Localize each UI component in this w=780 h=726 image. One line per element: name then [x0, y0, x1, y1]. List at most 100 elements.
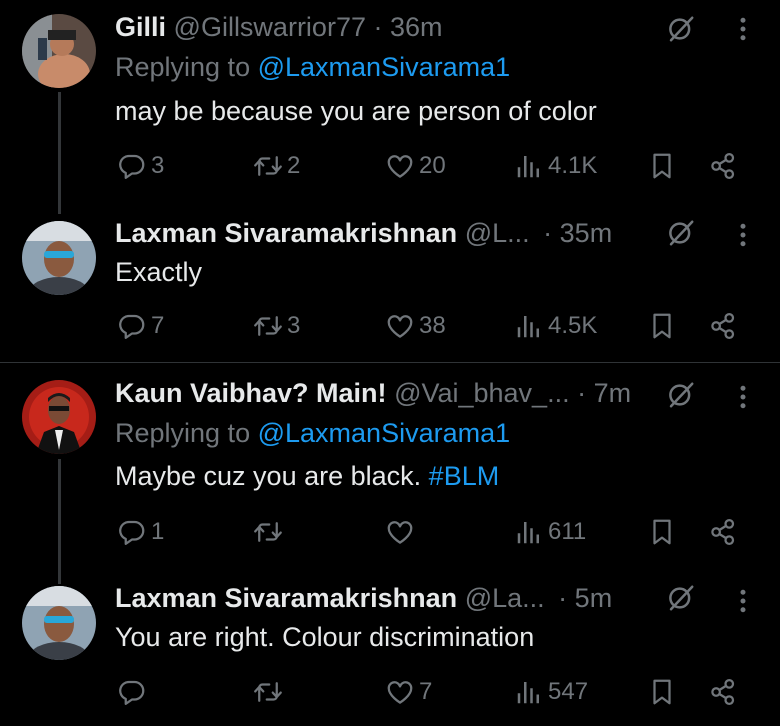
author-handle[interactable]: @L... [465, 218, 530, 248]
retweet-icon [253, 677, 283, 707]
views-button[interactable]: 611 [514, 514, 586, 550]
bookmark-button[interactable] [647, 308, 677, 344]
action-bar: 7 547 [0, 674, 780, 710]
more-icon[interactable] [736, 220, 750, 250]
reply-count: 7 [151, 312, 165, 339]
replying-to: Replying to @LaxmanSivarama1 [115, 416, 510, 450]
tweet-4[interactable]: Laxman Sivaramakrishnan @La... · 5m You … [0, 566, 780, 726]
author-name[interactable]: Kaun Vaibhav? Main! [115, 378, 387, 408]
retweet-icon [253, 151, 283, 181]
hashtag-link[interactable]: #BLM [429, 461, 500, 491]
like-button[interactable] [385, 514, 419, 550]
share-button[interactable] [708, 308, 738, 344]
tweet-text-content: may be because you are person of color [115, 96, 597, 126]
author-name[interactable]: Gilli [115, 12, 166, 42]
views-button[interactable]: 4.5K [514, 308, 597, 344]
avatar[interactable] [22, 380, 96, 454]
timestamp[interactable]: 7m [594, 378, 632, 408]
like-icon [385, 677, 415, 707]
bookmark-button[interactable] [647, 674, 677, 710]
timestamp[interactable]: 35m [560, 218, 613, 248]
mention-link[interactable]: @LaxmanSivarama1 [258, 418, 511, 448]
like-button[interactable]: 20 [385, 148, 446, 184]
bookmark-button[interactable] [647, 148, 677, 184]
views-button[interactable]: 4.1K [514, 148, 597, 184]
reply-button[interactable]: 3 [117, 148, 164, 184]
reply-button[interactable]: 1 [117, 514, 164, 550]
retweet-icon [253, 517, 283, 547]
views-icon [514, 151, 544, 181]
like-count: 20 [419, 152, 446, 179]
like-button[interactable]: 7 [385, 674, 432, 710]
views-icon [514, 677, 544, 707]
share-button[interactable] [708, 148, 738, 184]
action-bar: 7 3 38 4.5K [0, 308, 780, 344]
replying-to-label: Replying to [115, 52, 251, 82]
share-button[interactable] [708, 514, 738, 550]
retweet-button[interactable]: 3 [253, 308, 300, 344]
tweet-text: Exactly [115, 255, 202, 289]
more-icon[interactable] [736, 14, 750, 44]
retweet-button[interactable]: 2 [253, 148, 300, 184]
avatar[interactable] [22, 586, 96, 660]
like-button[interactable]: 38 [385, 308, 446, 344]
tweet-3[interactable]: Kaun Vaibhav? Main! @Vai_bhav_... · 7m R… [0, 363, 780, 584]
timestamp[interactable]: 5m [575, 583, 613, 613]
mute-icon[interactable] [666, 380, 696, 410]
more-icon[interactable] [736, 586, 750, 616]
view-count: 611 [548, 518, 587, 545]
author-name[interactable]: Laxman Sivaramakrishnan [115, 218, 457, 248]
share-button[interactable] [708, 674, 738, 710]
retweet-button[interactable] [253, 514, 287, 550]
tweet-2[interactable]: Laxman Sivaramakrishnan @L... · 35m Exac… [0, 200, 780, 362]
tweet-text: You are right. Colour discrimination [115, 620, 534, 654]
views-button[interactable]: 547 [514, 674, 588, 710]
share-icon [708, 517, 738, 547]
author-name[interactable]: Laxman Sivaramakrishnan [115, 583, 457, 613]
tweet-header: Laxman Sivaramakrishnan @L... · 35m [115, 216, 670, 250]
replying-to: Replying to @LaxmanSivarama1 [115, 50, 510, 84]
bookmark-button[interactable] [647, 514, 677, 550]
reply-button[interactable] [117, 674, 151, 710]
reply-icon [117, 677, 147, 707]
replying-to-label: Replying to [115, 418, 251, 448]
like-count: 7 [419, 678, 433, 705]
action-bar: 3 2 20 4.1K [0, 148, 780, 184]
reply-count: 1 [151, 518, 165, 545]
views-icon [514, 517, 544, 547]
reply-icon [117, 517, 147, 547]
bookmark-icon [647, 311, 677, 341]
reply-icon [117, 311, 147, 341]
view-count: 4.5K [548, 312, 598, 339]
avatar[interactable] [22, 221, 96, 295]
mute-icon[interactable] [666, 14, 696, 44]
retweet-count: 3 [287, 312, 301, 339]
author-handle[interactable]: @Vai_bhav_... [394, 378, 570, 408]
more-icon[interactable] [736, 382, 750, 412]
reply-button[interactable]: 7 [117, 308, 164, 344]
view-count: 547 [548, 678, 589, 705]
bookmark-icon [647, 151, 677, 181]
timestamp[interactable]: 36m [390, 12, 443, 42]
mute-icon[interactable] [666, 583, 696, 613]
tweet-1[interactable]: Gilli @Gillswarrior77 · 36m Replying to … [0, 0, 780, 214]
tweet-header: Gilli @Gillswarrior77 · 36m [115, 10, 670, 44]
like-icon [385, 311, 415, 341]
tweet-text-content: You are right. Colour discrimination [115, 622, 535, 652]
separator: · [558, 583, 568, 613]
author-handle[interactable]: @Gillswarrior77 [174, 12, 366, 42]
action-bar: 1 611 [0, 514, 780, 550]
views-icon [514, 311, 544, 341]
avatar[interactable] [22, 14, 96, 88]
retweet-button[interactable] [253, 674, 287, 710]
mention-link[interactable]: @LaxmanSivarama1 [258, 52, 511, 82]
bookmark-icon [647, 677, 677, 707]
reply-icon [117, 151, 147, 181]
author-handle[interactable]: @La... [465, 583, 545, 613]
reply-count: 3 [151, 152, 165, 179]
separator: · [373, 12, 383, 42]
retweet-count: 2 [287, 152, 301, 179]
mute-icon[interactable] [666, 218, 696, 248]
tweet-header: Laxman Sivaramakrishnan @La... · 5m [115, 581, 670, 615]
like-icon [385, 517, 415, 547]
